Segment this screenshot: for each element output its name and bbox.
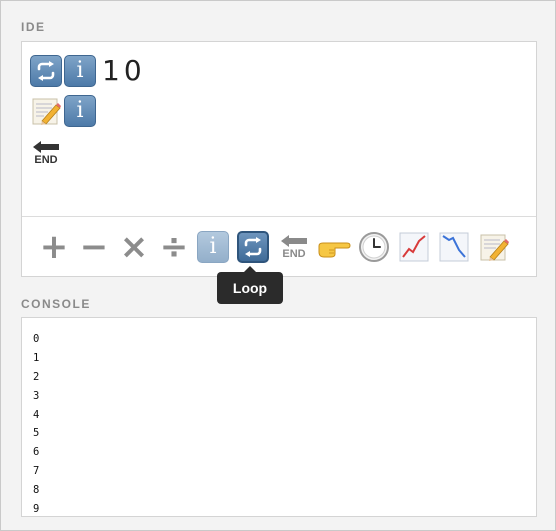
console-line: 3 — [33, 389, 40, 402]
end-block[interactable]: END — [30, 137, 62, 169]
code-line-loop[interactable]: i 10 — [30, 55, 146, 87]
console-line: 9 — [33, 503, 40, 516]
add-button[interactable]: + — [36, 229, 72, 265]
ide-label: IDE — [21, 20, 46, 34]
pointing-hand-icon — [318, 242, 351, 258]
ide-panel: i 10 i END + − × ÷ i END — [21, 41, 537, 277]
end-block-button[interactable]: END — [276, 229, 312, 265]
console-line: 8 — [33, 484, 40, 497]
chart-down-block-button[interactable] — [436, 229, 472, 265]
chart-up-block-button[interactable] — [396, 229, 432, 265]
console-line: 0 — [33, 333, 40, 345]
clock-icon — [359, 232, 389, 262]
plus-icon: + — [39, 227, 69, 267]
ide-divider — [22, 216, 536, 217]
loop-tooltip: Loop — [217, 266, 283, 304]
memo-icon[interactable] — [30, 95, 62, 127]
info-icon[interactable]: i — [64, 55, 96, 87]
loop-block-button[interactable] — [236, 229, 272, 265]
end-arrow-icon — [281, 235, 307, 247]
minus-icon: − — [79, 227, 109, 267]
console-line: 6 — [33, 446, 40, 459]
block-palette: + − × ÷ i END — [36, 229, 516, 265]
console-label: CONSOLE — [21, 297, 91, 311]
info-icon[interactable]: i — [64, 95, 96, 127]
end-label: END — [34, 154, 58, 166]
end-label: END — [282, 248, 306, 260]
loop-icon[interactable] — [30, 55, 62, 87]
code-line-print[interactable]: i — [30, 95, 98, 127]
console-line: 5 — [33, 427, 40, 440]
memo-icon — [480, 234, 509, 261]
chart-down-icon — [439, 232, 469, 262]
info-block-button[interactable]: i — [196, 229, 232, 265]
loop-icon — [237, 231, 269, 263]
multiply-button[interactable]: × — [116, 229, 152, 265]
multiply-icon: × — [119, 227, 149, 267]
console-line: 7 — [33, 465, 40, 478]
subtract-button[interactable]: − — [76, 229, 112, 265]
console-line: 4 — [33, 408, 40, 421]
clock-block-button[interactable] — [356, 229, 392, 265]
divide-button[interactable]: ÷ — [156, 229, 192, 265]
code-editor[interactable]: i 10 i END — [22, 42, 536, 216]
end-arrow-icon — [33, 141, 59, 153]
app-frame: IDE i 10 i END + − × ÷ i END Loop CONSOL… — [0, 0, 556, 531]
pointer-block-button[interactable] — [316, 229, 352, 265]
memo-block-button[interactable] — [476, 229, 512, 265]
loop-count-value[interactable]: 10 — [102, 55, 146, 87]
divide-icon: ÷ — [159, 227, 189, 267]
console-output: 0 1 2 3 4 5 6 7 8 9 — [21, 317, 537, 517]
console-line: 1 — [33, 351, 40, 364]
code-line-end[interactable]: END — [30, 137, 62, 169]
info-icon: i — [197, 231, 229, 263]
chart-up-icon — [399, 232, 429, 262]
console-line: 2 — [33, 370, 40, 383]
